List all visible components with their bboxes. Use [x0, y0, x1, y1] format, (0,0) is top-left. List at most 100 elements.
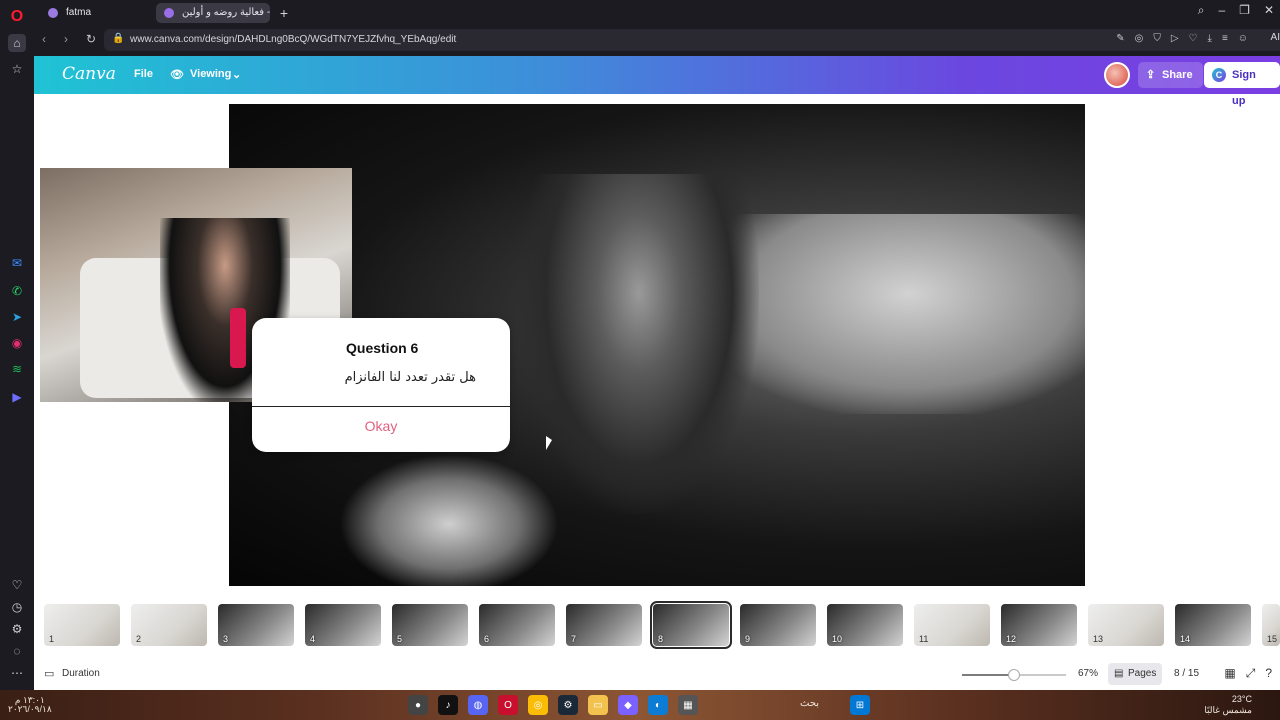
page-thumbnail[interactable]: 2: [131, 604, 207, 646]
footer-icons: ▦ ⤢ ?: [1224, 666, 1272, 681]
shield-icon[interactable]: ⛉: [1153, 33, 1161, 44]
app-icon[interactable]: ◆: [618, 695, 638, 715]
page-thumbnail[interactable]: 12: [1001, 604, 1077, 646]
page-thumbnail[interactable]: 4: [305, 604, 381, 646]
minimize-icon[interactable]: –: [1218, 3, 1225, 18]
zoom-slider-handle[interactable]: [1008, 669, 1020, 681]
spotify-icon[interactable]: ≋: [8, 360, 26, 378]
page-thumbnail[interactable]: 10: [827, 604, 903, 646]
windows-taskbar: ١٣:٠١ م ٢٠٢٦/٠٩/١٨ ● ♪ ◍ O ◎ ⚙ ▭ ◆ ◐ ▦ ب…: [0, 690, 1280, 720]
window-controls: ⌕ – ❐ ✕: [1198, 3, 1274, 18]
grid-view-icon[interactable]: ▦: [1224, 666, 1235, 681]
tab-fatma[interactable]: fatma: [40, 3, 154, 23]
signup-button[interactable]: C Sign up: [1204, 62, 1280, 107]
whatsapp-icon[interactable]: ✆: [8, 282, 26, 300]
url-text[interactable]: www.canva.com/design/DAHDLng0BcQ/WGdTN7Y…: [130, 34, 456, 45]
ai-button[interactable]: AI: [1271, 32, 1280, 43]
discord-icon[interactable]: ◍: [468, 695, 488, 715]
page-thumbnail-active[interactable]: 8: [650, 601, 732, 649]
zoom-level[interactable]: 67%: [1078, 668, 1098, 679]
send-icon[interactable]: ▷: [1171, 33, 1179, 44]
canva-c-icon: C: [1212, 68, 1226, 82]
opera-icon[interactable]: O: [498, 695, 518, 715]
chrome-icon[interactable]: ◎: [528, 695, 548, 715]
okay-button[interactable]: Okay: [252, 418, 510, 434]
page-thumbnail[interactable]: 1: [44, 604, 120, 646]
page-thumbnail[interactable]: 14: [1175, 604, 1251, 646]
restore-icon[interactable]: ❐: [1239, 3, 1250, 18]
page-thumbnail[interactable]: 6: [479, 604, 555, 646]
menu-icon[interactable]: ≡: [1222, 33, 1228, 44]
instagram-icon[interactable]: ◉: [8, 334, 26, 352]
back-icon[interactable]: ‹: [42, 32, 46, 46]
dialog-divider: [252, 406, 510, 407]
camera-icon[interactable]: ◎: [1135, 33, 1144, 44]
page-number: 1: [49, 634, 55, 644]
pages-button[interactable]: ▤ Pages: [1108, 663, 1163, 685]
page-thumbnail[interactable]: 7: [566, 604, 642, 646]
heart-icon[interactable]: ♡: [8, 576, 26, 594]
lock-icon[interactable]: 🔒: [112, 33, 124, 44]
tab-presentation[interactable]: فعالية روضه و أولين - Presentation: [156, 3, 270, 23]
tab-favicon-icon: [164, 8, 174, 18]
page-thumbnail[interactable]: 3: [218, 604, 294, 646]
file-explorer-icon[interactable]: ▭: [588, 695, 608, 715]
duration-button[interactable]: ▭ Duration: [44, 668, 100, 680]
windows-start-icon[interactable]: ⊞: [850, 695, 870, 715]
dialog-question: هل تقدر تعدد لنا الفانزام: [344, 370, 476, 385]
home-icon[interactable]: ⌂: [8, 34, 26, 52]
settings-icon[interactable]: ⚙: [8, 620, 26, 638]
reload-icon[interactable]: ↻: [86, 32, 96, 46]
chevron-down-icon[interactable]: ⌄: [232, 68, 241, 81]
signup-label: Sign up: [1232, 69, 1256, 107]
steam-icon[interactable]: ⚙: [558, 695, 578, 715]
address-bar[interactable]: 🔒 www.canva.com/design/DAHDLng0BcQ/WGdTN…: [104, 29, 1280, 51]
page-thumbnail[interactable]: 15: [1262, 604, 1280, 646]
heart-icon[interactable]: ♡: [1189, 33, 1198, 44]
browser-sidebar: O ⌂ ☆ ✉ ✆ ➤ ◉ ≋ ▶ ♡ ◷ ⚙ ◌ ⋯: [0, 0, 34, 690]
file-menu[interactable]: File: [134, 68, 153, 80]
more-icon[interactable]: ⋯: [8, 664, 26, 682]
page-thumbnail[interactable]: 11: [914, 604, 990, 646]
page-number: 5: [397, 634, 403, 644]
microphone-icon: [230, 308, 246, 368]
avatar[interactable]: [1104, 62, 1130, 88]
tips-icon[interactable]: ◌: [8, 642, 26, 660]
page-thumbnail[interactable]: 9: [740, 604, 816, 646]
zoom-slider-fill: [962, 674, 1014, 676]
edit-icon[interactable]: ✎: [1116, 33, 1124, 44]
edge-icon[interactable]: ◐: [648, 695, 668, 715]
page-thumbnail[interactable]: 5: [392, 604, 468, 646]
help-icon[interactable]: ?: [1265, 666, 1272, 681]
obs-icon[interactable]: ●: [408, 695, 428, 715]
canva-logo[interactable]: Canva: [62, 64, 116, 84]
forward-icon[interactable]: ›: [64, 32, 68, 46]
star-icon[interactable]: ☆: [8, 60, 26, 78]
close-icon[interactable]: ✕: [1264, 3, 1274, 18]
taskbar-search[interactable]: بحث: [800, 698, 819, 709]
page-number: 2: [136, 634, 142, 644]
history-icon[interactable]: ◷: [8, 598, 26, 616]
messenger-icon[interactable]: ✉: [8, 254, 26, 272]
canva-header: Canva File 👁 Viewing ⌄ ⇪ Share C Sign up: [34, 56, 1280, 107]
opera-logo-icon[interactable]: O: [8, 8, 26, 26]
player-icon[interactable]: ▶: [8, 388, 26, 406]
viewing-menu[interactable]: Viewing: [190, 68, 231, 80]
tiktok-icon[interactable]: ♪: [438, 695, 458, 715]
new-tab-icon[interactable]: +: [276, 5, 292, 21]
store-icon[interactable]: ▦: [678, 695, 698, 715]
fullscreen-icon[interactable]: ⤢: [1246, 666, 1256, 681]
search-tabs-icon[interactable]: ⌕: [1198, 3, 1205, 18]
question-dialog: Question 6 هل تقدر تعدد لنا الفانزام Oka…: [252, 318, 510, 452]
page-thumbnail[interactable]: 13: [1088, 604, 1164, 646]
weather-widget[interactable]: 23°C مشمس غالبًا: [1204, 694, 1252, 716]
telegram-icon[interactable]: ➤: [8, 308, 26, 326]
profile-icon[interactable]: ☺: [1238, 33, 1248, 44]
zoom-slider[interactable]: [962, 669, 1066, 681]
share-button[interactable]: ⇪ Share: [1138, 62, 1203, 88]
slide-photo-foreground: [339, 454, 559, 586]
download-icon[interactable]: ⤓: [1208, 33, 1212, 44]
clock[interactable]: ١٣:٠١ م ٢٠٢٦/٠٩/١٨: [8, 696, 52, 714]
share-icon: ⇪: [1146, 69, 1156, 81]
page-number: 8: [658, 634, 664, 644]
